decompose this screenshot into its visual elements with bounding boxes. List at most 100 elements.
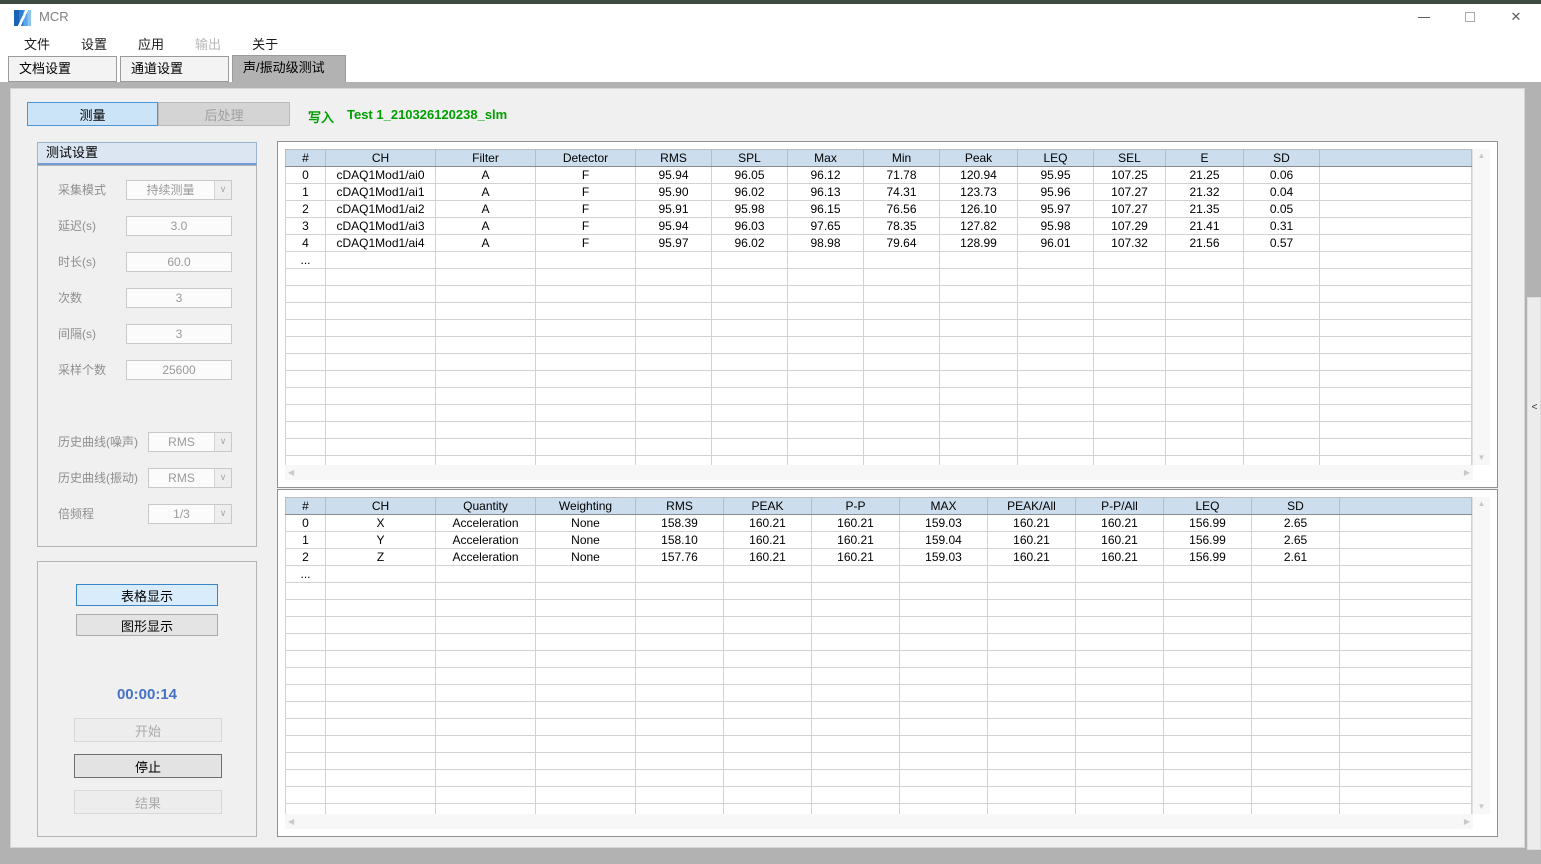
- table-row[interactable]: 4cDAQ1Mod1/ai4AF95.9796.0298.9879.64128.…: [286, 235, 1472, 252]
- menu-item-output[interactable]: 输出: [183, 34, 233, 53]
- column-header[interactable]: Max: [788, 150, 864, 167]
- sound-table-hscrollbar[interactable]: ◀ ▶: [285, 465, 1473, 480]
- empty-row[interactable]: [286, 617, 1472, 634]
- empty-row[interactable]: [286, 388, 1472, 405]
- column-header[interactable]: Filter: [436, 150, 536, 167]
- empty-row[interactable]: [286, 702, 1472, 719]
- interval-field[interactable]: 3: [126, 324, 232, 344]
- empty-row[interactable]: [286, 685, 1472, 702]
- empty-row[interactable]: [286, 371, 1472, 388]
- scroll-up-icon[interactable]: ▲: [1475, 497, 1489, 511]
- tab-document-settings[interactable]: 文档设置: [8, 56, 117, 82]
- history-curve-noise-select[interactable]: RMS∨: [148, 432, 232, 452]
- measure-button[interactable]: 测量: [27, 102, 158, 126]
- menu-item-file[interactable]: 文件: [12, 34, 62, 53]
- column-header[interactable]: RMS: [636, 498, 724, 515]
- empty-row[interactable]: [286, 439, 1472, 456]
- column-header[interactable]: Weighting: [536, 498, 636, 515]
- empty-row[interactable]: [286, 583, 1472, 600]
- vibration-table-hscrollbar[interactable]: ◀ ▶: [285, 814, 1473, 829]
- empty-row[interactable]: [286, 456, 1472, 466]
- menu-item-settings[interactable]: 设置: [69, 34, 119, 53]
- result-button[interactable]: 结果: [74, 790, 222, 814]
- column-header[interactable]: [1340, 498, 1472, 515]
- table-row[interactable]: 1cDAQ1Mod1/ai1AF95.9096.0296.1374.31123.…: [286, 184, 1472, 201]
- column-header[interactable]: Detector: [536, 150, 636, 167]
- table-row[interactable]: 2ZAccelerationNone157.76160.21160.21159.…: [286, 549, 1472, 566]
- menu-item-application[interactable]: 应用: [126, 34, 176, 53]
- column-header[interactable]: P-P/All: [1076, 498, 1164, 515]
- close-button[interactable]: ✕: [1493, 4, 1539, 30]
- empty-row[interactable]: [286, 303, 1472, 320]
- ellipsis-row[interactable]: ...: [286, 252, 1472, 269]
- octave-select[interactable]: 1/3∨: [148, 504, 232, 524]
- column-header[interactable]: MAX: [900, 498, 988, 515]
- minimize-button[interactable]: [1401, 4, 1447, 30]
- scroll-left-icon[interactable]: ◀: [285, 815, 297, 829]
- column-header[interactable]: SPL: [712, 150, 788, 167]
- column-header[interactable]: PEAK/All: [988, 498, 1076, 515]
- empty-row[interactable]: [286, 600, 1472, 617]
- column-header[interactable]: E: [1166, 150, 1244, 167]
- tab-sound-vibration-test[interactable]: 声/振动级测试: [232, 55, 346, 82]
- table-row[interactable]: 0cDAQ1Mod1/ai0AF95.9496.0596.1271.78120.…: [286, 167, 1472, 184]
- table-row[interactable]: 1YAccelerationNone158.10160.21160.21159.…: [286, 532, 1472, 549]
- column-header[interactable]: #: [286, 498, 326, 515]
- sound-table-vscrollbar[interactable]: ▲ ▼: [1473, 149, 1490, 465]
- empty-row[interactable]: [286, 634, 1472, 651]
- column-header[interactable]: [1320, 150, 1472, 167]
- empty-row[interactable]: [286, 651, 1472, 668]
- start-button[interactable]: 开始: [74, 718, 222, 742]
- column-header[interactable]: LEQ: [1164, 498, 1252, 515]
- column-header[interactable]: RMS: [636, 150, 712, 167]
- table-display-button[interactable]: 表格显示: [76, 584, 218, 606]
- graph-display-button[interactable]: 图形显示: [76, 614, 218, 636]
- empty-row[interactable]: [286, 804, 1472, 815]
- empty-row[interactable]: [286, 668, 1472, 685]
- column-header[interactable]: PEAK: [724, 498, 812, 515]
- empty-row[interactable]: [286, 354, 1472, 371]
- sample-count-field[interactable]: 25600: [126, 360, 232, 380]
- column-header[interactable]: Min: [864, 150, 940, 167]
- table-row[interactable]: 2cDAQ1Mod1/ai2AF95.9195.9896.1576.56126.…: [286, 201, 1472, 218]
- vibration-table-vscrollbar[interactable]: ▲ ▼: [1473, 497, 1490, 814]
- scroll-right-icon[interactable]: ▶: [1461, 815, 1473, 829]
- column-header[interactable]: #: [286, 150, 326, 167]
- maximize-button[interactable]: [1447, 4, 1493, 30]
- stop-button[interactable]: 停止: [74, 754, 222, 778]
- acquisition-mode-select[interactable]: 持续测量∨: [126, 180, 232, 200]
- scroll-up-icon[interactable]: ▲: [1475, 149, 1489, 163]
- empty-row[interactable]: [286, 719, 1472, 736]
- scroll-right-icon[interactable]: ▶: [1461, 466, 1473, 480]
- delay-field[interactable]: 3.0: [126, 216, 232, 236]
- empty-row[interactable]: [286, 286, 1472, 303]
- scroll-down-icon[interactable]: ▼: [1475, 800, 1489, 814]
- column-header[interactable]: CH: [326, 498, 436, 515]
- empty-row[interactable]: [286, 320, 1472, 337]
- count-field[interactable]: 3: [126, 288, 232, 308]
- scroll-down-icon[interactable]: ▼: [1475, 451, 1489, 465]
- column-header[interactable]: SD: [1244, 150, 1320, 167]
- empty-row[interactable]: [286, 269, 1472, 286]
- empty-row[interactable]: [286, 405, 1472, 422]
- empty-row[interactable]: [286, 787, 1472, 804]
- empty-row[interactable]: [286, 422, 1472, 439]
- scroll-left-icon[interactable]: ◀: [285, 466, 297, 480]
- tab-channel-settings[interactable]: 通道设置: [120, 56, 229, 82]
- empty-row[interactable]: [286, 753, 1472, 770]
- collapse-panel-handle[interactable]: <: [1529, 399, 1540, 415]
- empty-row[interactable]: [286, 736, 1472, 753]
- table-row[interactable]: 3cDAQ1Mod1/ai3AF95.9496.0397.6578.35127.…: [286, 218, 1472, 235]
- column-header[interactable]: Peak: [940, 150, 1018, 167]
- menu-item-about[interactable]: 关于: [240, 34, 290, 53]
- post-process-button[interactable]: 后处理: [158, 102, 290, 126]
- column-header[interactable]: SEL: [1094, 150, 1166, 167]
- history-curve-vibration-select[interactable]: RMS∨: [148, 468, 232, 488]
- column-header[interactable]: P-P: [812, 498, 900, 515]
- column-header[interactable]: SD: [1252, 498, 1340, 515]
- duration-field[interactable]: 60.0: [126, 252, 232, 272]
- right-scrollbar-track[interactable]: [1527, 297, 1541, 850]
- table-row[interactable]: 0XAccelerationNone158.39160.21160.21159.…: [286, 515, 1472, 532]
- column-header[interactable]: LEQ: [1018, 150, 1094, 167]
- column-header[interactable]: CH: [326, 150, 436, 167]
